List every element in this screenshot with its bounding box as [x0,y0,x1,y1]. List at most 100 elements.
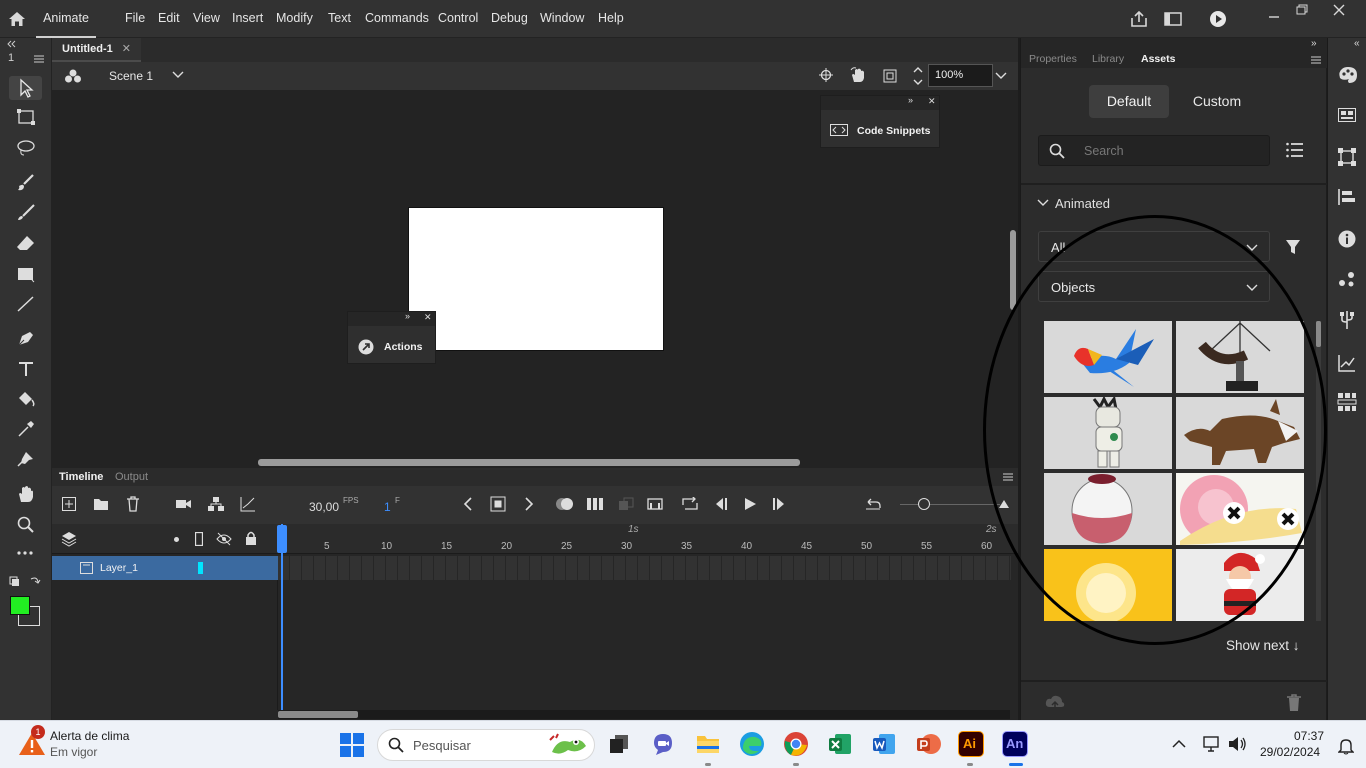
menu-text[interactable]: Text [328,0,351,38]
asset-search-field[interactable]: Search [1038,135,1270,166]
menu-window[interactable]: Window [540,0,584,38]
menu-view[interactable]: View [193,0,220,38]
filter-all-dropdown[interactable]: All [1038,231,1270,262]
zoom-stepper-icon[interactable] [912,65,924,87]
trash-icon[interactable] [1286,694,1302,712]
free-transform-tool[interactable] [16,108,36,126]
layers-stack-icon[interactable] [61,531,77,547]
document-tab[interactable]: Untitled-1 ✕ [52,38,142,62]
rectangle-tool[interactable] [16,265,36,283]
asset-grid-scrollbar-thumb[interactable] [1316,321,1321,347]
menu-help[interactable]: Help [598,0,624,38]
section-chevron-icon[interactable] [1037,198,1049,208]
timeline-zoom-thumb[interactable] [918,498,930,510]
layer-name[interactable]: Layer_1 [100,562,138,574]
minimize-icon[interactable] [1267,8,1281,22]
step-back-icon[interactable] [713,497,729,511]
timeline-menu-icon[interactable] [1002,472,1014,482]
tools-menu-icon[interactable] [33,54,45,64]
next-keyframe-icon[interactable] [524,497,534,511]
asset-thumbnail-pendulum[interactable] [1176,321,1304,393]
tab-assets[interactable]: Assets [1141,53,1175,65]
timeline-scrollbar-thumb[interactable] [278,711,358,718]
filter-category-dropdown[interactable]: Objects [1038,271,1270,302]
onion-skin-icon[interactable] [555,497,575,511]
close-panel-icon[interactable]: ✕ [928,96,936,107]
frame-picker-icon[interactable] [1337,392,1357,412]
stage-canvas[interactable] [408,207,664,351]
filter-icon[interactable] [1285,239,1301,255]
asset-thumbnail-mummy[interactable] [1044,397,1172,469]
code-snippets-label[interactable]: Code Snippets [857,125,931,137]
close-window-icon[interactable] [1332,3,1346,17]
scene-chevron-down-icon[interactable] [172,70,184,80]
asset-thumbnail-sun[interactable] [1044,549,1172,621]
layer-row[interactable]: Layer_1 [52,556,278,580]
lasso-tool[interactable] [16,139,36,157]
swap-colors-icon[interactable] [9,576,43,588]
clip-content-icon[interactable] [882,68,898,84]
word-icon[interactable] [871,731,897,757]
workspace-icon[interactable] [1164,12,1182,26]
chat-icon[interactable] [650,731,676,757]
insert-keyframe-icon[interactable] [490,496,506,512]
menu-control[interactable]: Control [438,0,478,38]
cloud-upload-icon[interactable] [1045,695,1065,711]
windows-start-icon[interactable] [340,733,364,757]
scene-name[interactable]: Scene 1 [109,69,153,83]
new-folder-icon[interactable] [93,497,109,511]
highlight-layer-icon[interactable] [174,537,179,542]
fps-value[interactable]: 30,00 [309,500,339,514]
expand-panel-icon[interactable]: » [908,95,913,105]
show-next-button[interactable]: Show next ↓ [1226,638,1300,653]
share-icon[interactable] [1130,11,1148,27]
test-movie-icon[interactable] [1209,10,1227,28]
clock-time[interactable]: 07:37 [1294,729,1324,743]
app-name[interactable]: Animate [36,0,96,38]
clock-date[interactable]: 29/02/2024 [1260,745,1320,759]
layer-frames[interactable] [278,556,1011,580]
excel-icon[interactable] [827,731,853,757]
section-animated-label[interactable]: Animated [1055,196,1110,211]
expand-dock-icon[interactable]: « [1354,38,1360,49]
brush-tool[interactable] [16,204,36,222]
zoom-chevron-down-icon[interactable] [995,71,1007,81]
restore-icon[interactable] [1295,3,1309,17]
info-panel-icon[interactable] [1338,230,1356,248]
actions-titlebar[interactable]: » ✕ [348,311,435,326]
graph-icon[interactable] [240,496,256,512]
color-panel-icon[interactable] [1338,66,1358,84]
edit-multiple-frames-icon[interactable] [586,497,604,511]
tab-properties[interactable]: Properties [1029,53,1077,65]
zoom-tool[interactable] [16,516,36,534]
line-tool[interactable] [16,295,36,313]
scene-icon[interactable] [64,68,82,84]
expand-panel-icon[interactable]: » [405,311,410,321]
layer-parenting-icon[interactable] [208,496,224,512]
panel-menu-icon[interactable] [1310,55,1322,65]
asset-thumbnail-parrot[interactable] [1044,321,1172,393]
asset-thumbnail-snail[interactable] [1176,473,1304,545]
asset-thumbnail-wolf[interactable] [1176,397,1304,469]
chrome-icon[interactable] [783,731,809,757]
close-tab-icon[interactable]: ✕ [122,43,131,55]
delete-layer-icon[interactable] [126,496,140,512]
prev-keyframe-icon[interactable] [463,497,473,511]
timeline-zoom-max-icon[interactable] [998,499,1010,509]
center-stage-icon[interactable] [818,67,834,83]
motion-editor-icon[interactable] [1338,354,1356,372]
powerpoint-icon[interactable] [915,731,941,757]
camera-icon[interactable] [176,498,192,510]
tab-output[interactable]: Output [115,471,148,483]
asset-thumbnail-potion-jar[interactable] [1044,473,1172,545]
collapse-tools-icon[interactable] [6,40,16,48]
eyedropper-tool[interactable] [16,420,36,438]
transform-panel-icon[interactable] [1338,148,1356,166]
edge-icon[interactable] [739,731,765,757]
task-view-icon[interactable] [606,731,632,757]
playhead-handle[interactable] [277,525,287,553]
menu-modify[interactable]: Modify [276,0,313,38]
fill-color-swatch[interactable] [10,596,30,615]
rotate-stage-icon[interactable] [849,66,867,84]
lock-icon[interactable] [245,531,257,545]
